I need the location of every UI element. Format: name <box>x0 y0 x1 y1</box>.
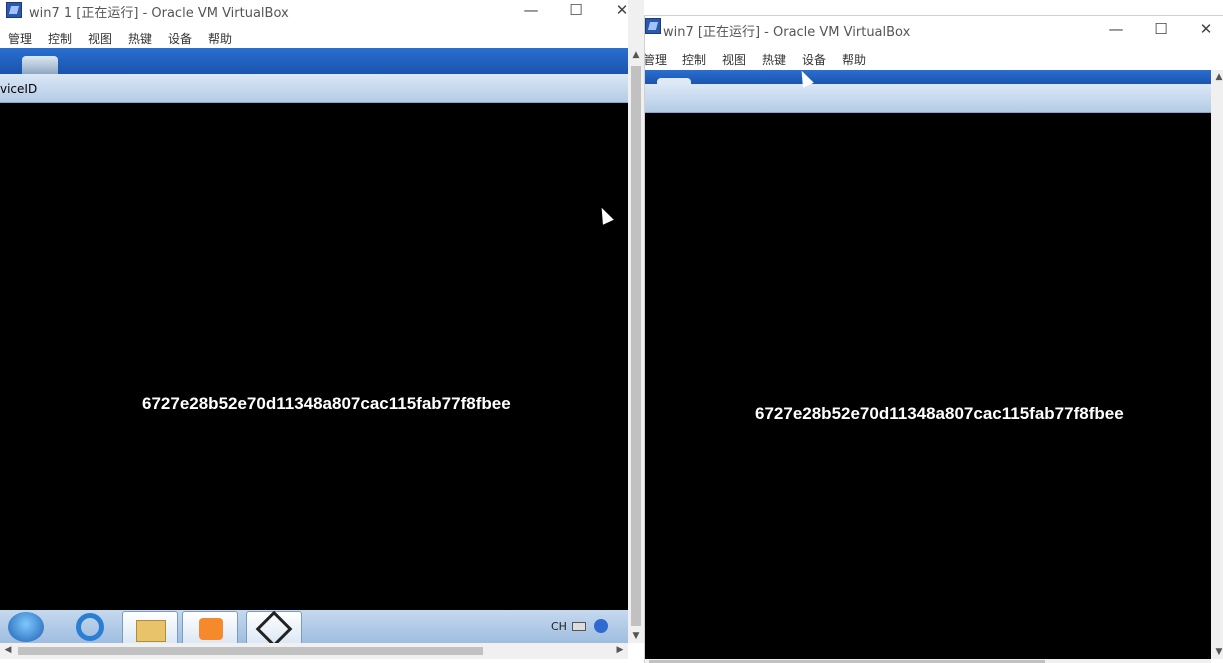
right-guest-screen[interactable]: 6727e28b52e70d11348a807cac115fab77f8fbee <box>645 113 1211 659</box>
right-menu-help[interactable]: 帮助 <box>842 51 866 68</box>
taskbar-unity[interactable] <box>246 610 302 648</box>
right-menu-view[interactable]: 视图 <box>722 51 746 68</box>
left-guest-screen[interactable]: 6727e28b52e70d11348a807cac115fab77f8fbee <box>0 103 628 610</box>
left-guest-subheader: viceID <box>0 74 628 103</box>
left-hscroll-thumb[interactable] <box>18 647 483 655</box>
left-guest-header <box>0 48 628 74</box>
right-maximize-button[interactable]: ☐ <box>1138 19 1184 41</box>
right-titlebar[interactable]: win7 [正在运行] - Oracle VM VirtualBox — ☐ ✕ <box>645 16 1223 41</box>
left-vertical-scrollbar[interactable]: ▲ ▼ <box>628 48 644 643</box>
left-scroll-up-arrow[interactable]: ▲ <box>628 50 644 60</box>
right-scroll-up-arrow[interactable]: ▲ <box>1211 72 1223 82</box>
left-menu-hotkey[interactable]: 热键 <box>128 30 152 47</box>
unity-icon <box>255 610 293 648</box>
left-scroll-right-arrow[interactable]: ▶ <box>612 645 628 655</box>
left-vscroll-thumb[interactable] <box>631 66 641 626</box>
taskbar-explorer[interactable] <box>122 611 178 647</box>
virtualbox-icon <box>6 2 22 18</box>
right-close-button[interactable]: ✕ <box>1183 19 1223 41</box>
left-menubar: 管理 控制 视图 热键 设备 帮助 <box>0 25 644 49</box>
left-vm-window[interactable]: win7 1 [正在运行] - Oracle VM VirtualBox — ☐… <box>0 0 644 663</box>
right-menubar: 管理 控制 视图 热键 设备 帮助 <box>645 47 1223 71</box>
right-guest-subheader <box>645 84 1211 113</box>
left-scroll-left-arrow[interactable]: ◀ <box>0 645 16 655</box>
virtualbox-icon <box>645 18 661 34</box>
taskbar-ie[interactable] <box>62 611 118 647</box>
left-guest-label: viceID <box>0 82 38 96</box>
right-menu-hotkey[interactable]: 热键 <box>762 51 786 68</box>
left-menu-devices[interactable]: 设备 <box>168 30 192 47</box>
keyboard-icon[interactable] <box>572 622 586 631</box>
right-menu-devices[interactable]: 设备 <box>802 51 826 68</box>
media-player-icon <box>199 618 223 640</box>
right-hash-text: 6727e28b52e70d11348a807cac115fab77f8fbee <box>755 404 1124 423</box>
ie-icon <box>76 613 104 641</box>
left-window-title: win7 1 [正在运行] - Oracle VM VirtualBox <box>29 6 289 21</box>
taskbar-media-player[interactable] <box>182 611 238 647</box>
left-menu-control[interactable]: 控制 <box>48 30 72 47</box>
left-hash-text: 6727e28b52e70d11348a807cac115fab77f8fbee <box>142 394 511 413</box>
explorer-icon <box>136 620 166 642</box>
right-vertical-scrollbar[interactable]: ▲ ▼ <box>1211 70 1223 659</box>
right-scroll-down-arrow[interactable]: ▼ <box>1211 647 1223 657</box>
tray-language[interactable]: CH <box>551 620 567 633</box>
left-menu-help[interactable]: 帮助 <box>208 30 232 47</box>
right-window-title: win7 [正在运行] - Oracle VM VirtualBox <box>663 25 911 40</box>
recycle-bin-icon[interactable] <box>22 56 58 74</box>
left-titlebar[interactable]: win7 1 [正在运行] - Oracle VM VirtualBox — ☐… <box>0 0 644 22</box>
left-maximize-button[interactable]: ☐ <box>553 0 599 22</box>
help-icon[interactable] <box>594 619 608 633</box>
window-gap <box>628 0 644 48</box>
left-minimize-button[interactable]: — <box>508 0 554 22</box>
left-menu-view[interactable]: 视图 <box>88 30 112 47</box>
mouse-cursor-icon <box>596 205 614 225</box>
right-minimize-button[interactable]: — <box>1093 19 1139 41</box>
left-menu-manage[interactable]: 管理 <box>8 30 32 47</box>
right-menu-manage[interactable]: 管理 <box>645 51 667 68</box>
right-menu-control[interactable]: 控制 <box>682 51 706 68</box>
right-vm-window[interactable]: win7 [正在运行] - Oracle VM VirtualBox — ☐ ✕… <box>644 15 1223 663</box>
right-guest-header <box>645 70 1211 84</box>
right-horizontal-scrollbar[interactable] <box>645 659 1211 663</box>
start-orb-icon[interactable] <box>8 612 44 642</box>
left-guest-taskbar: CH <box>0 610 628 648</box>
left-horizontal-scrollbar[interactable]: ◀ ▶ <box>0 643 628 659</box>
left-scroll-down-arrow[interactable]: ▼ <box>628 631 644 641</box>
